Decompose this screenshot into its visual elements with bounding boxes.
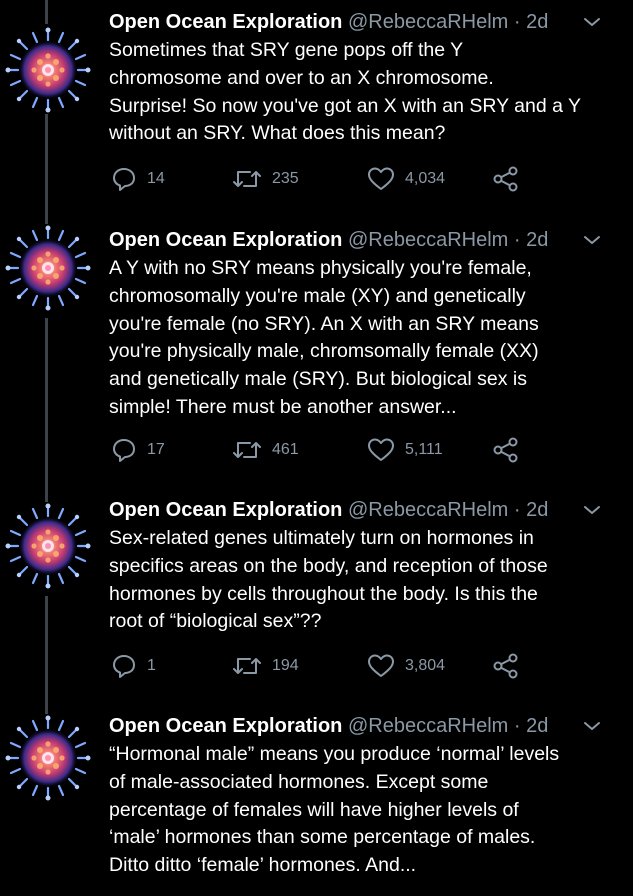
tweet-actions: 1 194 3,804 xyxy=(109,652,529,680)
separator-dot: · xyxy=(513,715,521,737)
author-name[interactable]: Open Ocean Exploration xyxy=(109,499,342,521)
tweet-text-line: and genetically male (SRY). But biologic… xyxy=(109,368,528,391)
tweet-text-line: hormones by cells throughout the body. I… xyxy=(109,582,538,605)
like-button[interactable]: 3,804 xyxy=(367,652,445,680)
retweet-button[interactable]: 461 xyxy=(232,436,299,464)
avatar[interactable] xyxy=(4,26,92,114)
tweet-text-line: “Hormonal male” means you produce ‘norma… xyxy=(109,743,560,765)
tweet-text-line: you're female (no SRY). An X with an SRY… xyxy=(109,312,539,335)
retweet-icon xyxy=(233,442,261,458)
like-count: 3,804 xyxy=(405,657,446,674)
retweet-icon xyxy=(233,658,261,674)
tweet-text-line: specifics areas on the body, and recepti… xyxy=(109,554,548,577)
reply-count: 17 xyxy=(147,441,165,458)
tweet-content: Open Ocean Exploration @RebeccaRHelm · 2… xyxy=(109,10,609,192)
like-button[interactable]: 5,111 xyxy=(367,436,443,464)
tweet-header: Open Ocean Exploration @RebeccaRHelm · 2… xyxy=(109,10,609,36)
reply-button[interactable]: 1 xyxy=(111,652,156,680)
chevron-down-icon[interactable] xyxy=(582,14,602,30)
separator-dot: · xyxy=(513,229,521,251)
timestamp[interactable]: 2d xyxy=(526,229,548,251)
tweet-text-line: percentage of females will have higher l… xyxy=(109,798,519,821)
tweet-text-line: you're physically male, chromsomally fem… xyxy=(109,340,539,363)
like-button[interactable]: 4,034 xyxy=(367,165,445,193)
tweet-content: Open Ocean Exploration @RebeccaRHelm · 2… xyxy=(109,228,609,463)
tweet-text-line: Sometimes that SRY gene pops off the Y xyxy=(109,39,464,61)
tweet-text-line: Ditto ditto ‘female’ hormones. And... xyxy=(109,854,417,877)
share-icon xyxy=(493,166,518,192)
tweet-text-line: of male-associated hormones. Except some xyxy=(109,770,489,793)
tweet-text: Sex-related genes ultimately turn on hor… xyxy=(109,525,609,636)
tweet-text: A Y with no SRY means physically you're … xyxy=(109,255,609,422)
tweet-text-line: chromosome and over to an X chromosome. xyxy=(109,66,494,89)
share-button[interactable] xyxy=(492,436,520,464)
author-name[interactable]: Open Ocean Exploration xyxy=(109,715,342,737)
tweet-text: “Hormonal male” means you produce ‘norma… xyxy=(109,741,609,880)
heart-icon xyxy=(368,438,394,461)
reply-count: 1 xyxy=(147,657,156,674)
chevron-down-icon[interactable] xyxy=(582,502,602,518)
author-handle[interactable]: @RebeccaRHelm xyxy=(348,229,508,251)
tweet-text-line: simple! There must be another answer... xyxy=(109,395,457,418)
author-name[interactable]: Open Ocean Exploration xyxy=(109,229,342,251)
tweet-text-line: root of “biological sex”?? xyxy=(109,610,322,633)
tweet-text-line: A Y with no SRY means physically you're … xyxy=(109,257,532,279)
tweet-actions: 17 461 5,111 xyxy=(109,436,529,464)
avatar[interactable] xyxy=(4,224,92,312)
reply-icon xyxy=(113,168,135,191)
timestamp[interactable]: 2d xyxy=(526,499,548,521)
author-handle[interactable]: @RebeccaRHelm xyxy=(348,11,508,33)
reply-button[interactable]: 17 xyxy=(111,436,165,464)
heart-icon xyxy=(368,654,394,677)
reply-icon xyxy=(113,655,135,678)
separator-dot: · xyxy=(513,499,521,521)
like-count: 4,034 xyxy=(405,170,446,187)
reply-count: 14 xyxy=(147,170,165,187)
share-button[interactable] xyxy=(492,652,520,680)
tweet-text-line: chromosomally you're male (XY) and genet… xyxy=(109,284,526,307)
share-icon xyxy=(493,437,518,463)
separator-dot: · xyxy=(513,11,521,33)
avatar[interactable] xyxy=(4,502,92,590)
retweet-count: 461 xyxy=(272,441,299,458)
chevron-down-icon[interactable] xyxy=(582,718,602,734)
tweet-header: Open Ocean Exploration @RebeccaRHelm · 2… xyxy=(109,498,609,524)
share-button[interactable] xyxy=(492,165,520,193)
timestamp[interactable]: 2d xyxy=(526,11,548,33)
reply-icon xyxy=(113,439,135,462)
tweet-content: Open Ocean Exploration @RebeccaRHelm · 2… xyxy=(109,498,609,679)
avatar[interactable] xyxy=(4,714,92,802)
thread-connector xyxy=(45,0,48,24)
share-icon xyxy=(493,653,518,679)
tweet-header: Open Ocean Exploration @RebeccaRHelm · 2… xyxy=(109,714,609,740)
retweet-icon xyxy=(233,171,261,187)
heart-icon xyxy=(368,167,394,190)
retweet-count: 194 xyxy=(272,657,299,674)
like-count: 5,111 xyxy=(405,441,443,458)
retweet-button[interactable]: 194 xyxy=(232,652,299,680)
tweet-text-line: Surprise! So now you've got an X with an… xyxy=(109,94,582,117)
reply-button[interactable]: 14 xyxy=(111,165,165,193)
thread-connector xyxy=(45,318,48,504)
tweet-text: Sometimes that SRY gene pops off the Y c… xyxy=(109,37,609,148)
tweet-content: Open Ocean Exploration @RebeccaRHelm · 2… xyxy=(109,714,609,880)
chevron-down-icon[interactable] xyxy=(582,232,602,248)
retweet-button[interactable]: 235 xyxy=(232,165,299,193)
thread-connector xyxy=(45,100,48,228)
tweet-header: Open Ocean Exploration @RebeccaRHelm · 2… xyxy=(109,228,609,254)
author-handle[interactable]: @RebeccaRHelm xyxy=(348,499,508,521)
author-name[interactable]: Open Ocean Exploration xyxy=(109,11,342,33)
thread-connector xyxy=(45,596,48,714)
tweet-text-line: Sex-related genes ultimately turn on hor… xyxy=(109,527,534,549)
timestamp[interactable]: 2d xyxy=(526,715,548,737)
tweet-text-line: ‘male’ hormones than some percentage of … xyxy=(109,826,536,849)
retweet-count: 235 xyxy=(272,170,299,187)
tweet-text-line: without an SRY. What does this mean? xyxy=(109,122,446,145)
tweet-actions: 14 235 4,034 xyxy=(109,165,529,193)
author-handle[interactable]: @RebeccaRHelm xyxy=(348,715,508,737)
